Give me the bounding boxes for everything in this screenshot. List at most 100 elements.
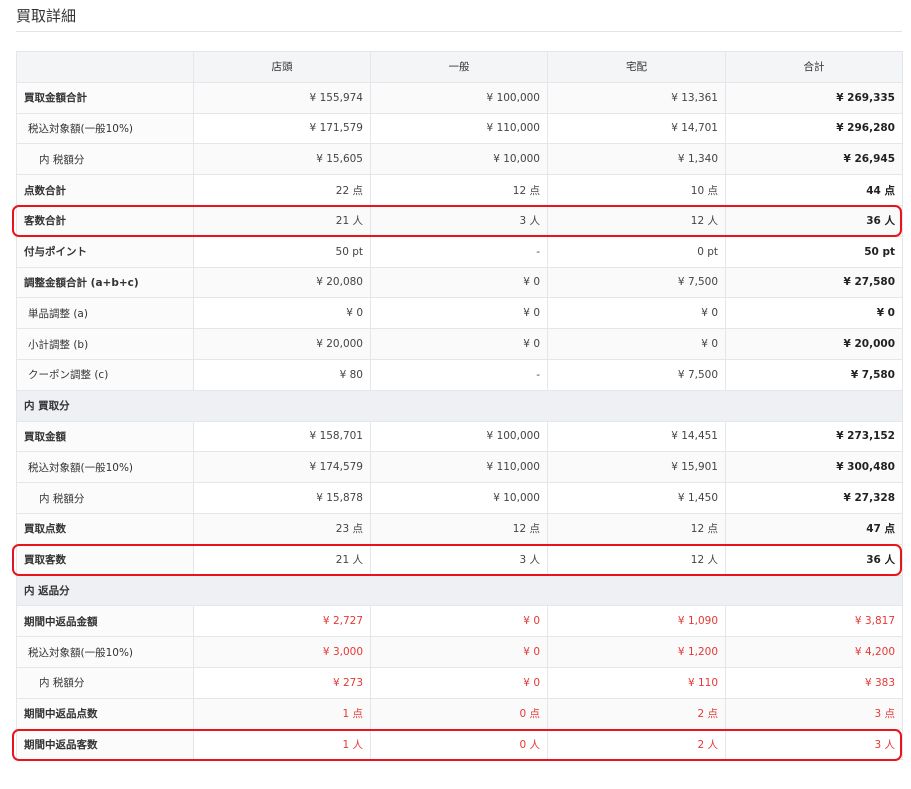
total-cell: ¥ 20,000: [725, 328, 903, 360]
value-cell: 0 点: [370, 697, 548, 730]
table-row: 客数合計 21 人3 人 12 人 36 人: [16, 204, 903, 237]
total-cell: ¥ 4,200: [725, 636, 903, 668]
table-row: 期間中返品客数 1 人0 人2 人3 人: [16, 728, 903, 761]
value-cell: 12 人: [547, 204, 726, 237]
value-cell: ¥ 15,901: [547, 451, 726, 484]
row-label: 買取金額合計: [16, 81, 194, 114]
value-cell: ¥ 0: [547, 328, 726, 360]
value-cell: 1 人: [193, 728, 371, 761]
value-cell: ¥ 3,000: [193, 636, 371, 668]
row-label: 客数合計: [16, 204, 194, 237]
total-cell: ¥ 269,335: [725, 81, 903, 114]
row-label: 点数合計: [16, 174, 194, 206]
total-cell: 44 点: [725, 174, 903, 206]
value-cell: 22 点: [193, 174, 371, 206]
value-cell: ¥ 1,450: [547, 482, 726, 514]
table-row: 単品調整 (a) ¥ 0 ¥ 0 ¥ 0 ¥ 0: [16, 297, 903, 330]
value-cell: ¥ 158,701: [193, 420, 371, 453]
value-cell: 0 pt: [547, 235, 726, 268]
value-cell: ¥ 0: [370, 297, 548, 330]
row-label: 買取点数: [16, 512, 194, 545]
row-label: 内 税額分: [16, 666, 194, 699]
table-row: 内 税額分 ¥ 15,878 ¥ 10,000 ¥ 1,450 ¥ 27,328: [16, 482, 903, 514]
column-header-general: 一般: [370, 51, 548, 83]
table-row: 税込対象額(一般10%) ¥ 3,000 ¥ 0 ¥ 1,200 ¥ 4,200: [16, 636, 903, 668]
value-cell: ¥ 110,000: [370, 451, 548, 484]
purchase-detail-table: 店頭 一般 宅配 合計 買取金額合計 ¥ 155,974 ¥ 100,000 ¥ 13…: [16, 51, 903, 761]
row-label: 期間中返品客数: [16, 728, 194, 761]
title-divider: [16, 31, 902, 32]
value-cell: ¥ 10,000: [370, 482, 548, 514]
table-row: 調整金額合計 (a+b+c) ¥ 20,080 ¥ 0 ¥ 7,500 ¥ 27,580: [16, 266, 903, 299]
value-cell: -: [370, 235, 548, 268]
table-row: 内 税額分 ¥ 15,605 ¥ 10,000 ¥ 1,340 ¥ 26,945: [16, 143, 903, 176]
value-cell: ¥ 0: [370, 266, 548, 299]
value-cell: 21 人: [193, 543, 371, 576]
table-row: 税込対象額(一般10%) ¥ 174,579 ¥ 110,000 ¥ 15,901 ¥ …: [16, 451, 903, 484]
total-cell: 36 人: [725, 543, 903, 576]
value-cell: 3 人: [370, 543, 548, 576]
table-row: 買取客数 21 人3 人 12 人 36 人: [16, 543, 903, 576]
row-label: 税込対象額(一般10%): [16, 636, 194, 668]
total-cell: ¥ 296,280: [725, 112, 903, 145]
value-cell: ¥ 174,579: [193, 451, 371, 484]
value-cell: ¥ 0: [547, 297, 726, 330]
column-header-delivery: 宅配: [547, 51, 726, 83]
value-cell: 2 点: [547, 697, 726, 730]
value-cell: 2 人: [547, 728, 726, 761]
value-cell: 10 点: [547, 174, 726, 206]
value-cell: ¥ 0: [370, 605, 548, 638]
row-label: 税込対象額(一般10%): [16, 112, 194, 145]
value-cell: 12 点: [370, 174, 548, 206]
total-cell: 3 点: [725, 697, 903, 730]
table-row: クーポン調整 (c) ¥ 80- ¥ 7,500 ¥ 7,580: [16, 358, 903, 391]
total-cell: 36 人: [725, 204, 903, 237]
row-label: 買取金額: [16, 420, 194, 453]
table-row: 内 税額分 ¥ 273 ¥ 0 ¥ 110 ¥ 383: [16, 666, 903, 699]
total-cell: ¥ 300,480: [725, 451, 903, 484]
total-cell: ¥ 0: [725, 297, 903, 330]
value-cell: ¥ 80: [193, 358, 371, 391]
value-cell: ¥ 15,605: [193, 143, 371, 176]
value-cell: ¥ 0: [370, 328, 548, 360]
table-row: 期間中返品点数 1 点0 点2 点3 点: [16, 697, 903, 730]
value-cell: 12 点: [547, 512, 726, 545]
value-cell: ¥ 20,080: [193, 266, 371, 299]
row-label: 期間中返品点数: [16, 697, 194, 730]
section-header-row: 内 返品分: [16, 574, 903, 607]
value-cell: ¥ 100,000: [370, 81, 548, 114]
total-cell: ¥ 27,580: [725, 266, 903, 299]
value-cell: ¥ 1,200: [547, 636, 726, 668]
value-cell: ¥ 0: [193, 297, 371, 330]
value-cell: 23 点: [193, 512, 371, 545]
value-cell: ¥ 14,701: [547, 112, 726, 145]
section-label: 内 返品分: [16, 574, 903, 607]
value-cell: 21 人: [193, 204, 371, 237]
row-label: 買取客数: [16, 543, 194, 576]
value-cell: 3 人: [370, 204, 548, 237]
value-cell: ¥ 1,090: [547, 605, 726, 638]
value-cell: 0 人: [370, 728, 548, 761]
value-cell: ¥ 273: [193, 666, 371, 699]
total-cell: ¥ 7,580: [725, 358, 903, 391]
total-cell: 47 点: [725, 512, 903, 545]
column-header-store: 店頭: [193, 51, 371, 83]
value-cell: ¥ 110,000: [370, 112, 548, 145]
value-cell: ¥ 7,500: [547, 358, 726, 391]
value-cell: -: [370, 358, 548, 391]
value-cell: ¥ 0: [370, 636, 548, 668]
row-label: 期間中返品金額: [16, 605, 194, 638]
value-cell: ¥ 171,579: [193, 112, 371, 145]
table-body: 買取金額合計 ¥ 155,974 ¥ 100,000 ¥ 13,361 ¥ 269,33…: [16, 81, 903, 761]
total-cell: 3 人: [725, 728, 903, 761]
value-cell: 50 pt: [193, 235, 371, 268]
row-label: 小計調整 (b): [16, 328, 194, 360]
column-header-total: 合計: [725, 51, 903, 83]
value-cell: ¥ 1,340: [547, 143, 726, 176]
value-cell: ¥ 7,500: [547, 266, 726, 299]
section-header-row: 内 買取分: [16, 389, 903, 422]
table-row: 期間中返品金額 ¥ 2,727 ¥ 0 ¥ 1,090 ¥ 3,817: [16, 605, 903, 638]
row-label: 付与ポイント: [16, 235, 194, 268]
value-cell: ¥ 20,000: [193, 328, 371, 360]
value-cell: ¥ 14,451: [547, 420, 726, 453]
